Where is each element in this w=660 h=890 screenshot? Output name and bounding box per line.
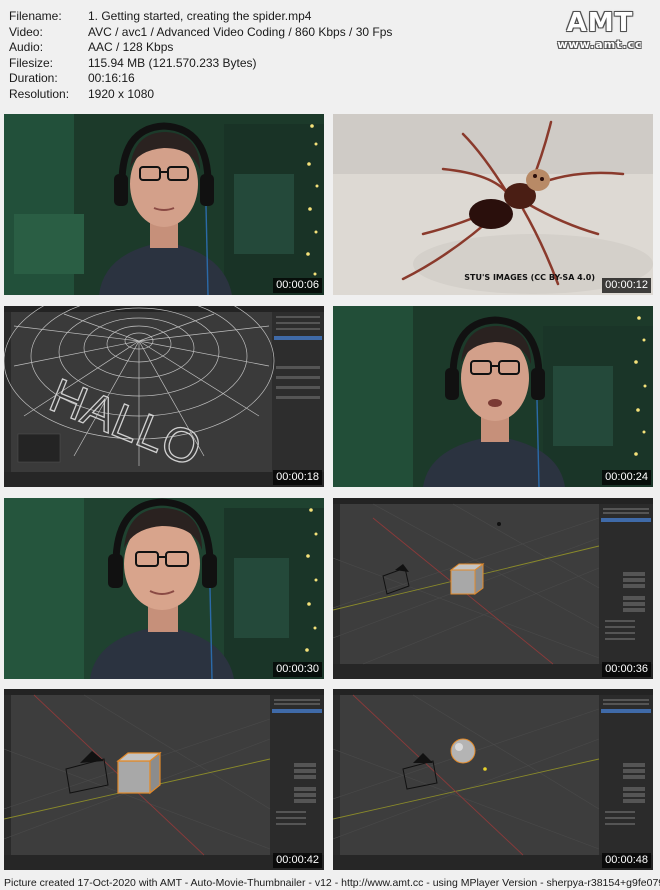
- filename-value: 1. Getting started, creating the spider.…: [88, 9, 312, 23]
- filename-label: Filename:: [9, 9, 62, 23]
- duration-label: Duration:: [9, 71, 58, 86]
- presenter-frame: [4, 498, 324, 679]
- thumbnail-6[interactable]: 00:00:36: [333, 498, 653, 679]
- spider-frame: [333, 114, 653, 295]
- timestamp: 00:00:06: [273, 278, 322, 293]
- filesize-label: Filesize:: [9, 55, 54, 70]
- filesize-value: 115.94 MB (121.570.233 Bytes): [88, 55, 257, 70]
- timestamp: 00:00:42: [273, 853, 322, 868]
- thumbnail-8[interactable]: 00:00:48: [333, 689, 653, 870]
- duration-value: 00:16:16: [88, 71, 135, 86]
- blender-sphere-frame: [333, 689, 653, 870]
- amt-logo: AMT www.amt.cc: [550, 8, 650, 51]
- blender-web-frame: HALLO: [4, 306, 324, 487]
- thumbnail-3[interactable]: HALLO 00:00:18: [4, 306, 324, 487]
- resolution-value: 1920 x 1080: [88, 86, 155, 101]
- footer-text: Picture created 17-Oct-2020 with AMT - A…: [4, 877, 660, 889]
- audio-value: AAC / 128 Kbps: [88, 40, 174, 55]
- blender-cube-frame: [4, 689, 324, 870]
- thumbnail-4[interactable]: 00:00:24: [333, 306, 653, 487]
- video-value: AVC / avc1 / Advanced Video Coding / 860…: [88, 24, 393, 39]
- resolution-label: Resolution:: [9, 86, 70, 101]
- thumbnail-1[interactable]: 00:00:06: [4, 114, 324, 295]
- timestamp: 00:00:48: [602, 853, 651, 868]
- thumbnail-5[interactable]: 00:00:30: [4, 498, 324, 679]
- timestamp: 00:00:24: [602, 470, 651, 485]
- thumbnail-7[interactable]: 00:00:42: [4, 689, 324, 870]
- timestamp: 00:00:30: [273, 662, 322, 677]
- timestamp: 00:00:12: [602, 278, 651, 293]
- logo-url: www.amt.cc: [557, 38, 643, 51]
- timestamp: 00:00:36: [602, 662, 651, 677]
- audio-label: Audio:: [9, 40, 44, 55]
- timestamp: 00:00:18: [273, 470, 322, 485]
- thumbnail-2[interactable]: STU'S IMAGES (CC BY-SA 4.0) 00:00:12: [333, 114, 653, 295]
- logo-mark: AMT: [566, 8, 634, 38]
- video-label: Video:: [9, 24, 43, 39]
- file-info: Filename: 1. Getting started, creating th…: [9, 9, 392, 103]
- presenter-frame: [333, 306, 653, 487]
- image-credit: STU'S IMAGES (CC BY-SA 4.0): [464, 273, 595, 282]
- presenter-frame: [4, 114, 324, 295]
- blender-cube-frame: [333, 498, 653, 679]
